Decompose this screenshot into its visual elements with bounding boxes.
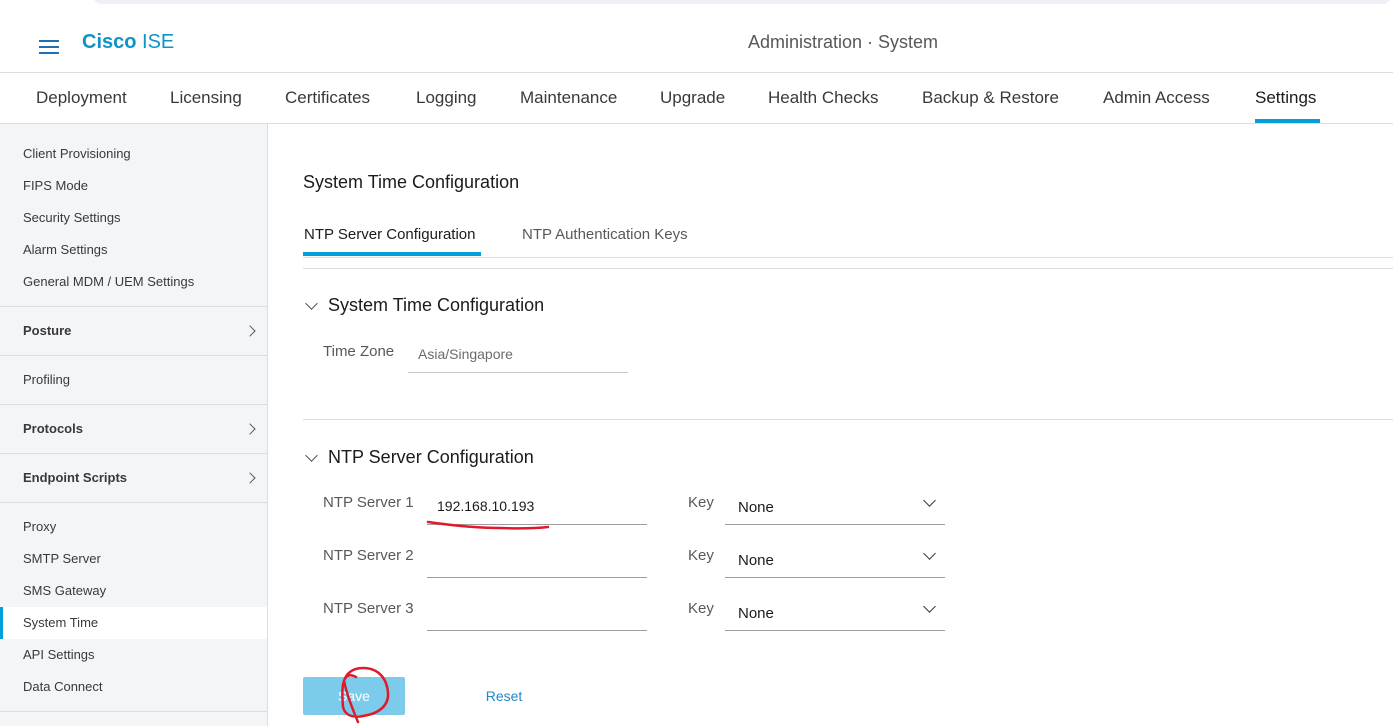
sidebar-active-indicator (0, 607, 3, 639)
sidebar-item-alarm-settings[interactable]: Alarm Settings (23, 242, 108, 257)
sidebar-group-endpoint-scripts[interactable]: Endpoint Scripts (23, 470, 127, 485)
tab-licensing[interactable]: Licensing (170, 88, 242, 108)
key-3-select[interactable]: None (725, 596, 945, 631)
save-button[interactable]: Save (303, 677, 405, 715)
tab-settings[interactable]: Settings (1255, 88, 1316, 108)
ntp-server-1-input[interactable] (427, 488, 647, 525)
section-title-ntp-server[interactable]: NTP Server Configuration (328, 447, 534, 468)
tab-health-checks[interactable]: Health Checks (768, 88, 879, 108)
tab-upgrade[interactable]: Upgrade (660, 88, 725, 108)
timezone-field[interactable] (408, 336, 628, 373)
key-1-value: None (738, 499, 774, 516)
section-title-system-time[interactable]: System Time Configuration (328, 295, 544, 316)
chevron-down-icon (923, 547, 936, 560)
sidebar-divider (0, 502, 267, 503)
chevron-right-icon[interactable] (244, 423, 256, 435)
chevron-right-icon[interactable] (244, 325, 256, 337)
ntp-server-2-input[interactable] (427, 541, 647, 578)
sidebar-item-general-mdm-uem[interactable]: General MDM / UEM Settings (23, 274, 194, 289)
ntp-server-3-input[interactable] (427, 594, 647, 631)
key-2-label: Key (688, 547, 714, 564)
section-divider (303, 268, 1393, 269)
chevron-down-icon (923, 494, 936, 507)
active-subtab-indicator (303, 252, 481, 256)
sidebar-item-data-connect[interactable]: Data Connect (23, 679, 103, 694)
active-tab-indicator (1255, 119, 1320, 123)
subtab-divider (303, 257, 1393, 258)
sidebar-divider (0, 355, 267, 356)
key-1-select[interactable]: None (725, 490, 945, 525)
key-2-select[interactable]: None (725, 543, 945, 578)
browser-top-strip (0, 0, 1393, 12)
chevron-down-icon[interactable] (305, 297, 318, 310)
app-header: Cisco ISE Administration · System (0, 12, 1393, 73)
key-3-value: None (738, 605, 774, 622)
tab-deployment[interactable]: Deployment (36, 88, 127, 108)
sidebar-group-protocols[interactable]: Protocols (23, 421, 83, 436)
section-divider (303, 419, 1393, 420)
page-title: Administration · System (748, 32, 939, 52)
key-3-label: Key (688, 600, 714, 617)
chevron-down-icon[interactable] (305, 449, 318, 462)
sidebar-item-api-settings[interactable]: API Settings (23, 647, 95, 662)
tab-maintenance[interactable]: Maintenance (520, 88, 617, 108)
sidebar-divider (0, 711, 267, 712)
brand-bold: Cisco (82, 31, 137, 53)
chevron-right-icon[interactable] (244, 472, 256, 484)
reset-button[interactable]: Reset (464, 677, 544, 715)
key-1-label: Key (688, 494, 714, 511)
sidebar-divider (0, 404, 267, 405)
tab-logging[interactable]: Logging (416, 88, 477, 108)
sidebar-divider (0, 453, 267, 454)
ntp-server-2-label: NTP Server 2 (323, 547, 414, 564)
content-title: System Time Configuration (303, 172, 520, 192)
sidebar-item-client-provisioning[interactable]: Client Provisioning (23, 146, 131, 161)
subtab-ntp-authentication-keys[interactable]: NTP Authentication Keys (522, 226, 688, 243)
sidebar-item-system-time[interactable]: System Time (23, 615, 98, 630)
sidebar-group-posture[interactable]: Posture (23, 323, 71, 338)
key-2-value: None (738, 552, 774, 569)
sidebar-item-sms-gateway[interactable]: SMS Gateway (23, 583, 106, 598)
brand-logo[interactable]: Cisco ISE (82, 31, 174, 54)
sidebar-item-security-settings[interactable]: Security Settings (23, 210, 121, 225)
top-tab-bar: Deployment Licensing Certificates Loggin… (0, 73, 1393, 124)
sidebar-item-smtp-server[interactable]: SMTP Server (23, 551, 101, 566)
sidebar-item-fips-mode[interactable]: FIPS Mode (23, 178, 88, 193)
timezone-label: Time Zone (323, 343, 395, 360)
chevron-down-icon (923, 600, 936, 613)
sidebar-item-profiling[interactable]: Profiling (23, 372, 70, 387)
sidebar-divider (0, 306, 267, 307)
brand-suffix: ISE (136, 31, 175, 53)
address-bar-edge (92, 0, 1392, 4)
tab-admin-access[interactable]: Admin Access (1103, 88, 1210, 108)
tab-backup-restore[interactable]: Backup & Restore (922, 88, 1059, 108)
ntp-server-1-label: NTP Server 1 (323, 494, 414, 511)
ntp-server-3-label: NTP Server 3 (323, 600, 414, 617)
hamburger-menu-icon[interactable] (39, 40, 59, 54)
tab-certificates[interactable]: Certificates (285, 88, 370, 108)
subtab-ntp-server-configuration[interactable]: NTP Server Configuration (304, 226, 475, 243)
sidebar-item-proxy[interactable]: Proxy (23, 519, 56, 534)
settings-sidebar: Client Provisioning FIPS Mode Security S… (0, 124, 268, 726)
